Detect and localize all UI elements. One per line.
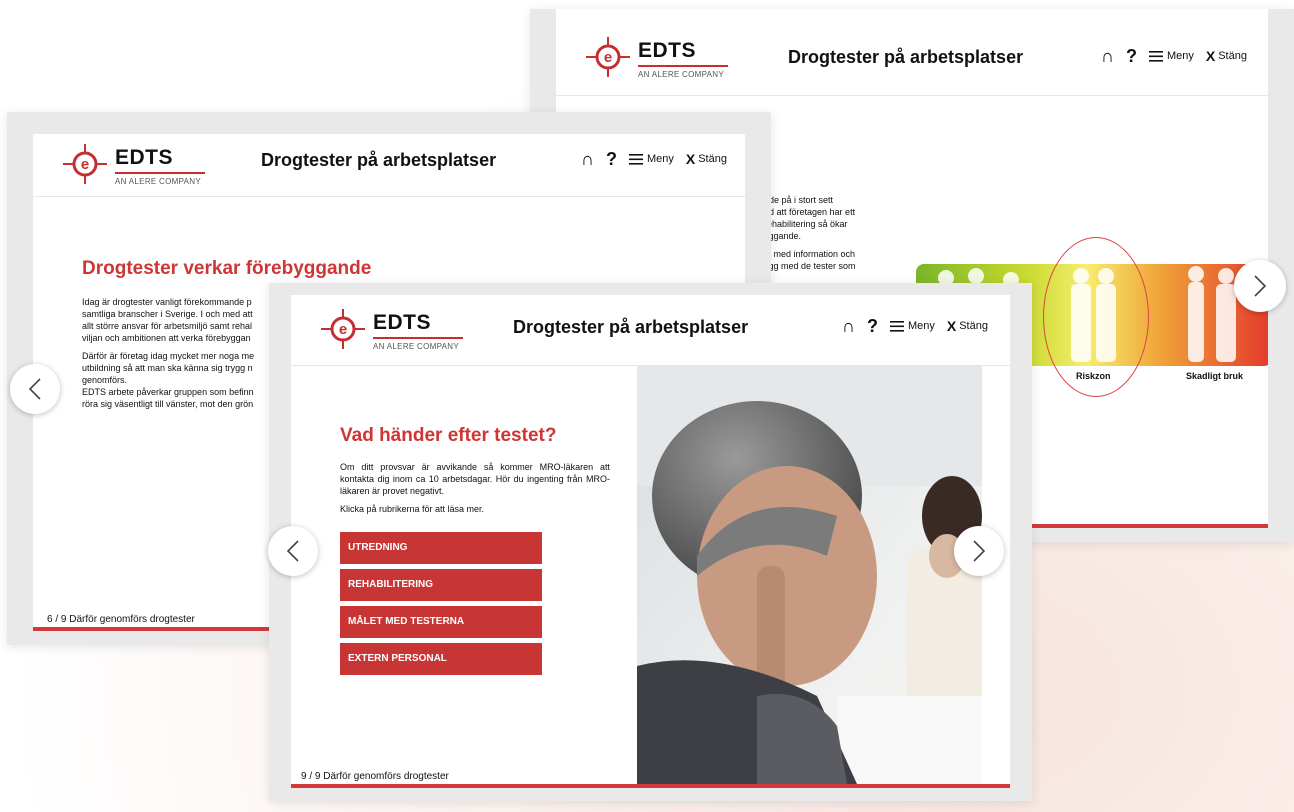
body-line: utbildning så att man ska känna sig tryg…	[82, 363, 253, 373]
slide-sheet-front: e EDTS AN ALERE COMPANY Drogtester på ar…	[291, 295, 1010, 788]
prev-slide-button[interactable]	[268, 526, 318, 576]
chevron-left-icon	[286, 540, 299, 562]
edts-logo-mark-icon: e	[321, 309, 365, 349]
menu-label: Meny	[646, 153, 674, 165]
chevron-right-icon	[973, 540, 986, 562]
brand-rule	[638, 65, 728, 67]
body-line: ude på i stort sett	[764, 195, 834, 205]
rehabilitering-button[interactable]: REHABILITERING	[340, 569, 542, 601]
close-icon: X	[1205, 48, 1216, 64]
brand-rule	[115, 172, 205, 174]
edts-logo-mark-icon: e	[63, 144, 107, 184]
body-line: rehabilitering så ökar	[764, 219, 848, 229]
hamburger-icon	[628, 153, 643, 165]
menu-label: Meny	[907, 320, 935, 332]
brand-name: EDTS	[115, 146, 174, 169]
body-line: Därför är företag idag mycket mer noga m…	[82, 351, 255, 361]
svg-text:e: e	[81, 156, 89, 173]
brand-rule	[373, 337, 463, 339]
slide-counter: 6 / 9 Därför genomförs drogtester	[47, 614, 195, 625]
home-icon[interactable]: ∩	[581, 150, 594, 168]
edts-logo: e EDTS AN ALERE COMPANY	[63, 144, 213, 192]
body-line: röra sig väsentligt till vänster, mot de…	[82, 399, 254, 409]
body-line: Idag är drogtester vanligt förekommande …	[82, 297, 252, 307]
slide-header: e EDTS AN ALERE COMPANY Drogtester på ar…	[556, 9, 1268, 96]
help-icon[interactable]: ?	[1126, 47, 1137, 65]
edts-logo-mark-icon: e	[586, 37, 630, 77]
hamburger-icon	[1148, 50, 1163, 62]
brand-sub: AN ALERE COMPANY	[115, 177, 202, 186]
close-label: Stäng	[959, 320, 988, 332]
slide-counter: 9 / 9 Därför genomförs drogtester	[301, 771, 449, 782]
close-button[interactable]: X Stäng	[686, 151, 727, 167]
chevron-left-icon	[28, 378, 41, 400]
close-label: Stäng	[698, 153, 727, 165]
slide-header: e EDTS AN ALERE COMPANY Drogtester på ar…	[33, 134, 745, 197]
top-nav: ∩ ? Meny X Stäng	[1101, 47, 1247, 65]
gauge-label-harm: Skadligt bruk	[1186, 371, 1244, 381]
gauge-label-risk: Riskzon	[1076, 371, 1111, 381]
next-slide-button[interactable]	[954, 526, 1004, 576]
brand-sub: AN ALERE COMPANY	[638, 70, 725, 79]
close-button[interactable]: X Stäng	[947, 318, 988, 334]
menu-button[interactable]: Meny	[1148, 50, 1194, 62]
help-icon[interactable]: ?	[867, 317, 878, 335]
intro-text: Om ditt provsvar är avvikande så kommer …	[340, 461, 610, 521]
slide-footer: 9 / 9 Därför genomförs drogtester	[291, 768, 1010, 788]
utredning-button[interactable]: UTREDNING	[340, 532, 542, 564]
close-label: Stäng	[1218, 50, 1247, 62]
hamburger-icon	[889, 320, 904, 332]
page-title: Drogtester på arbetsplatser	[261, 150, 497, 170]
close-icon: X	[946, 318, 957, 334]
page-title: Drogtester på arbetsplatser	[788, 47, 1024, 67]
top-nav: ∩ ? Meny X Stäng	[581, 150, 727, 168]
mid-body-text: Idag är drogtester vanligt förekommande …	[82, 296, 282, 410]
menu-label: Meny	[1166, 50, 1194, 62]
edts-logo: e EDTS AN ALERE COMPANY	[321, 309, 471, 357]
extern-personal-button[interactable]: EXTERN PERSONAL	[340, 643, 542, 675]
svg-text:e: e	[339, 321, 347, 338]
body-line: genomförs.	[82, 375, 128, 385]
body-line: samtliga branscher i Sverige. I och med …	[82, 309, 253, 319]
malet-med-testerna-button[interactable]: MÅLET MED TESTERNA	[340, 606, 542, 638]
slide-header: e EDTS AN ALERE COMPANY Drogtester på ar…	[291, 295, 1010, 366]
prev-slide-button[interactable]	[10, 364, 60, 414]
chevron-right-icon	[1254, 275, 1267, 297]
slide-heading: Drogtester verkar förebyggande	[82, 258, 372, 279]
home-icon[interactable]: ∩	[1101, 47, 1114, 65]
svg-text:e: e	[604, 49, 612, 66]
help-icon[interactable]: ?	[606, 150, 617, 168]
body-line: EDTS arbete påverkar gruppen som befinn	[82, 387, 254, 397]
top-nav: ∩ ? Meny X Stäng	[842, 317, 988, 335]
slide-card-front: e EDTS AN ALERE COMPANY Drogtester på ar…	[268, 283, 1032, 801]
body-line: ygg med de tester som	[764, 261, 856, 271]
brand-name: EDTS	[638, 39, 697, 62]
brand-name: EDTS	[373, 311, 432, 334]
next-slide-button[interactable]	[1234, 260, 1286, 312]
body-line: viljan och ambitionen att verka förebygg…	[82, 333, 251, 343]
close-icon: X	[685, 151, 696, 167]
close-button[interactable]: X Stäng	[1206, 48, 1247, 64]
intro-paragraph: Om ditt provsvar är avvikande så kommer …	[340, 462, 610, 496]
back-body-text: ude på i stort sett ed att företagen har…	[764, 194, 894, 272]
menu-button[interactable]: Meny	[889, 320, 935, 332]
page-title: Drogtester på arbetsplatser	[513, 317, 749, 337]
consultation-photo	[637, 366, 982, 784]
hint-paragraph: Klicka på rubrikerna för att läsa mer.	[340, 504, 485, 514]
home-icon[interactable]: ∩	[842, 317, 855, 335]
body-line: ed att företagen har ett	[764, 207, 856, 217]
edts-logo: e EDTS AN ALERE COMPANY	[586, 37, 736, 85]
body-line: yggande.	[764, 231, 802, 241]
menu-button[interactable]: Meny	[628, 153, 674, 165]
slide-heading: Vad händer efter testet?	[340, 425, 557, 446]
body-line: ja med information och	[764, 249, 856, 259]
brand-sub: AN ALERE COMPANY	[373, 342, 460, 351]
body-line: allt större ansvar för arbetsmiljö samt …	[82, 321, 253, 331]
